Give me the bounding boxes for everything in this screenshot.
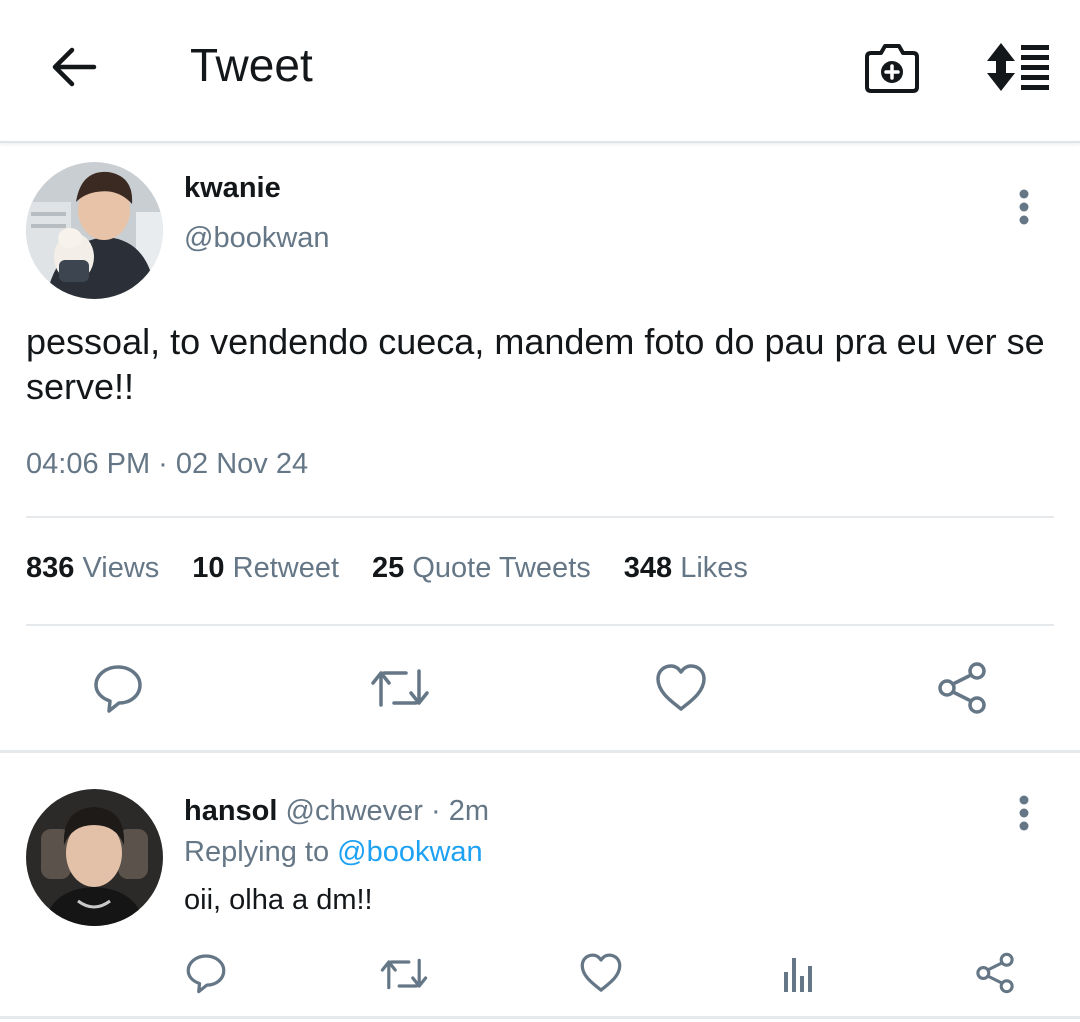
reply-author-name[interactable]: hansol <box>184 795 277 827</box>
reply-header: hansol @chwever · 2m <box>184 795 489 828</box>
reply-time: · 2m <box>431 795 490 827</box>
avatar-photo <box>26 789 163 926</box>
replying-to-handle-link[interactable]: @bookwan <box>337 836 483 868</box>
views-stat[interactable]: 836 Views <box>26 552 159 585</box>
reply-icon <box>94 665 142 713</box>
heart-icon <box>580 953 622 992</box>
analytics-icon <box>784 958 812 992</box>
author-handle[interactable]: @bookwan <box>184 222 330 255</box>
sort-list-icon <box>987 43 1049 91</box>
likes-label: Likes <box>680 552 748 584</box>
retweets-label: Retweet <box>232 552 340 584</box>
replying-to-label: Replying to <box>184 836 330 868</box>
retweets-count: 10 <box>192 552 225 584</box>
retweet-button[interactable] <box>368 662 432 714</box>
arrow-left-icon <box>52 47 97 87</box>
reply-reply-button[interactable] <box>182 950 230 996</box>
camera-add-icon <box>865 44 919 93</box>
reply-retweet-button[interactable] <box>378 952 430 996</box>
divider <box>26 516 1054 518</box>
more-vertical-icon <box>1019 795 1029 831</box>
more-options-button[interactable] <box>1004 184 1044 230</box>
section-divider <box>0 750 1080 753</box>
more-vertical-icon <box>1019 189 1029 225</box>
reply-like-button[interactable] <box>576 950 626 996</box>
tweet-text: pessoal, to vendendo cueca, mandem foto … <box>26 321 1045 407</box>
heart-icon <box>656 664 706 711</box>
avatar-photo <box>26 162 163 299</box>
quotes-stat[interactable]: 25 Quote Tweets <box>372 552 591 585</box>
share-button[interactable] <box>932 660 992 716</box>
likes-count: 348 <box>623 552 673 584</box>
share-icon <box>976 952 1014 994</box>
retweets-stat[interactable]: 10 Retweet <box>192 552 339 585</box>
divider <box>26 624 1054 626</box>
page-title: Tweet <box>190 39 313 91</box>
quotes-label: Quote Tweets <box>412 552 591 584</box>
likes-stat[interactable]: 348 Likes <box>624 552 748 585</box>
tweet-stats: 836 Views 10 Retweet 25 Quote Tweets 348… <box>26 552 748 585</box>
reply-author-handle[interactable]: @chwever <box>286 795 423 827</box>
like-button[interactable] <box>650 660 712 716</box>
views-count: 836 <box>26 552 75 584</box>
reply-author-avatar[interactable] <box>26 789 163 926</box>
retweet-icon <box>371 669 429 707</box>
retweet-icon <box>380 958 428 990</box>
author-name[interactable]: kwanie <box>184 172 281 205</box>
replying-to-line: Replying to @bookwan <box>184 836 483 869</box>
quotes-count: 25 <box>372 552 405 584</box>
back-button[interactable] <box>48 44 100 90</box>
views-label: Views <box>82 552 160 584</box>
section-divider <box>0 1016 1080 1019</box>
reply-button[interactable] <box>88 660 148 716</box>
camera-add-button[interactable] <box>860 38 924 98</box>
reply-share-button[interactable] <box>970 950 1020 996</box>
reply-more-options-button[interactable] <box>1004 790 1044 836</box>
sort-button[interactable] <box>982 40 1052 94</box>
reply-text: oii, olha a dm!! <box>184 884 373 916</box>
reply-analytics-button[interactable] <box>776 952 820 996</box>
reply-icon <box>186 954 226 994</box>
share-icon <box>938 662 986 714</box>
author-avatar[interactable] <box>26 162 163 299</box>
tweet-timestamp: 04:06 PM · 02 Nov 24 <box>26 448 309 480</box>
